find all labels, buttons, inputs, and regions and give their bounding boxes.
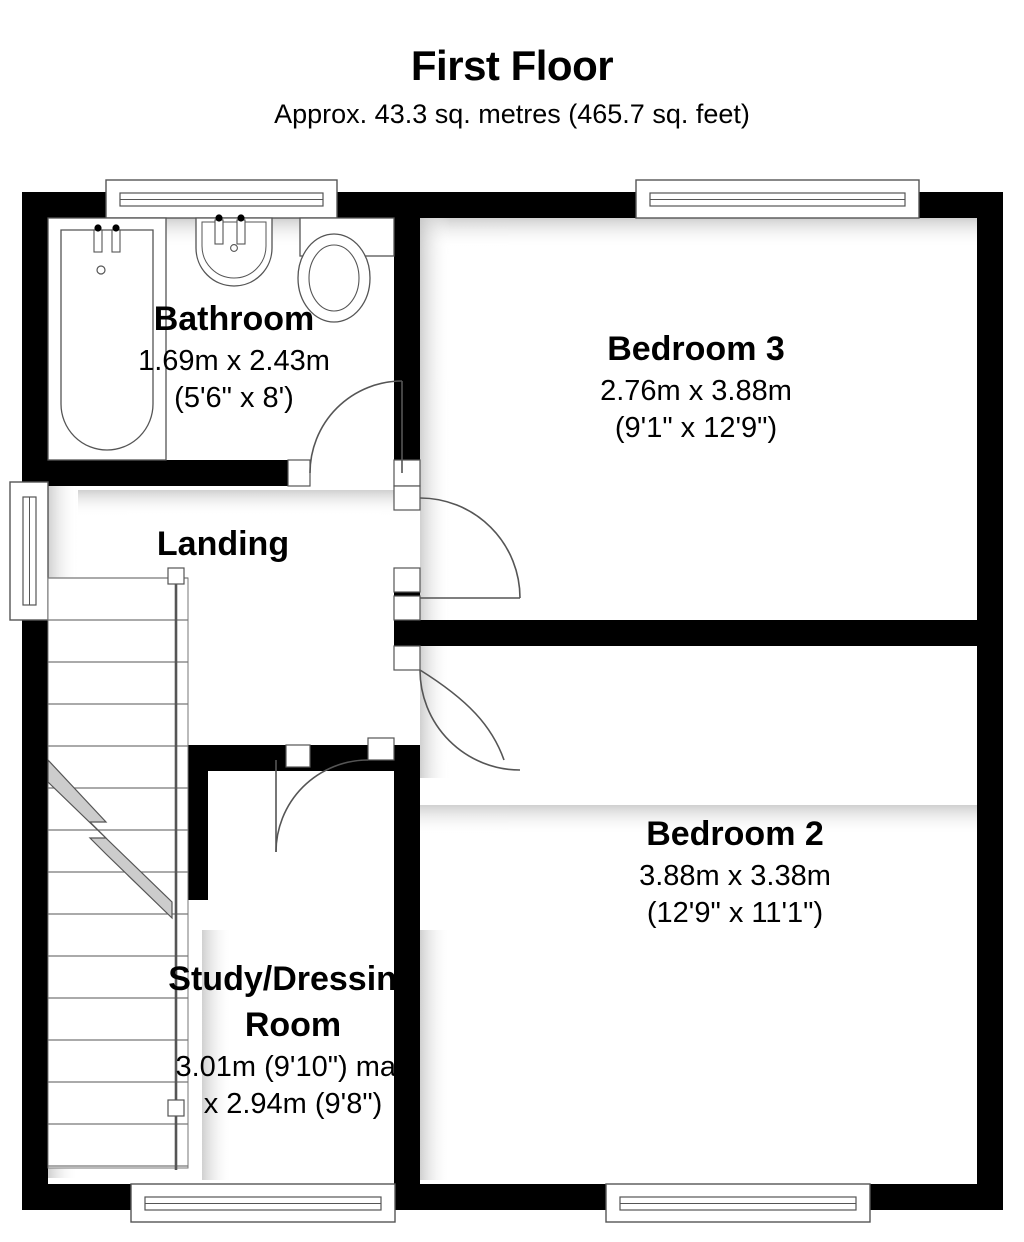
window-landing-left <box>9 481 49 621</box>
study-dim-metric: 3.01m (9'10") max <box>175 1051 411 1083</box>
floor-plan-drawing: Bathroom 1.69m x 2.43m (5'6" x 8') Bedro… <box>0 160 1024 1242</box>
bedroom-3-dim-metric: 2.76m x 3.88m <box>600 375 792 407</box>
bedroom-2-name: Bedroom 2 <box>646 815 824 853</box>
landing-name: Landing <box>157 525 289 563</box>
bedroom-2-dim-metric: 3.88m x 3.38m <box>639 860 831 892</box>
sink <box>195 214 273 287</box>
bathroom-name: Bathroom <box>154 300 315 338</box>
bathroom-dim-imperial: (5'6" x 8') <box>174 382 294 414</box>
study-name-line-1: Study/Dressing <box>168 960 417 998</box>
wall-bedroom3-bedroom2 <box>394 620 977 646</box>
wall-bathroom-bedroom3 <box>394 192 420 486</box>
bathroom-dim-metric: 1.69m x 2.43m <box>138 345 330 377</box>
window-bedroom2-bottom <box>605 1183 871 1223</box>
staircase <box>47 567 189 1170</box>
room-label-bedroom-3: Bedroom 3 2.76m x 3.88m (9'1" x 12'9") <box>600 330 792 444</box>
floor-area-text: Approx. 43.3 sq. metres (465.7 sq. feet) <box>274 99 750 130</box>
page-title: First Floor <box>410 42 614 89</box>
plan-header: First Floor Approx. 43.3 sq. metres (465… <box>0 0 1024 128</box>
window-bathroom-top <box>105 179 338 219</box>
study-name-line-2: Room <box>245 1006 341 1044</box>
window-bedroom3-top <box>635 179 920 219</box>
room-label-landing: Landing <box>157 525 289 563</box>
bathtub-basin <box>60 229 154 451</box>
bedroom-2-dim-imperial: (12'9" x 11'1") <box>647 897 823 929</box>
bedroom-3-dim-imperial: (9'1" x 12'9") <box>615 412 777 444</box>
wall-bathroom-south <box>22 460 294 486</box>
floor-plan-page: First Floor Approx. 43.3 sq. metres (465… <box>0 0 1024 1242</box>
window-study-bottom <box>130 1183 396 1223</box>
study-dim-imperial: x 2.94m (9'8") <box>204 1088 383 1120</box>
bedroom-3-name: Bedroom 3 <box>607 330 785 368</box>
room-label-bedroom-2: Bedroom 2 3.88m x 3.38m (12'9" x 11'1") <box>639 815 831 929</box>
